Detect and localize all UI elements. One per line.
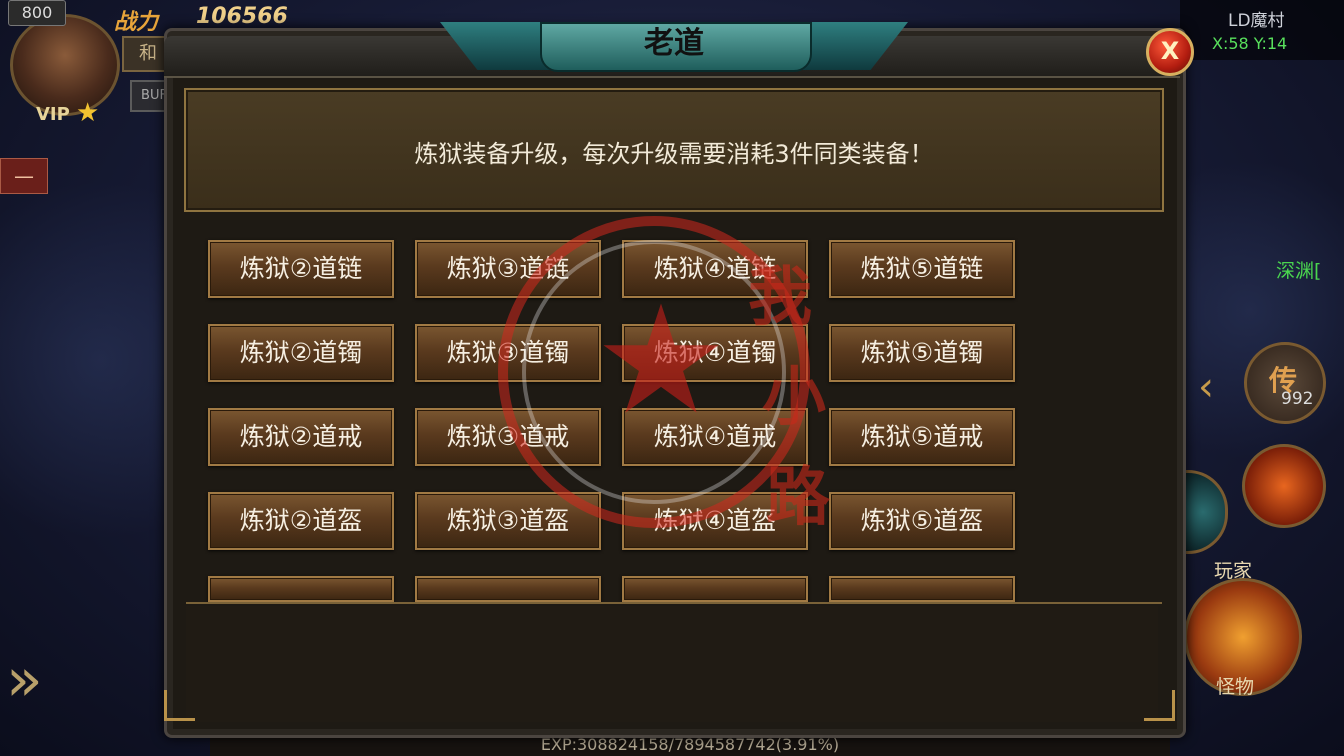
teleport-count: 992 — [1281, 389, 1314, 409]
frame-corner-ornament — [1144, 690, 1175, 721]
upgrade-option-partial[interactable] — [829, 576, 1015, 602]
upgrade-option[interactable]: 炼狱②道链 — [208, 240, 394, 298]
watermark-star-icon: ★ — [593, 274, 729, 448]
upgrade-option-partial[interactable] — [208, 576, 394, 602]
level-badge: 800 — [8, 0, 66, 26]
dialog-title: 老道 — [644, 26, 704, 61]
upgrade-option[interactable]: 炼狱⑤道盔 — [829, 492, 1015, 550]
upgrade-option[interactable]: 炼狱⑤道戒 — [829, 408, 1015, 466]
chevron-right-icon[interactable]: » — [6, 650, 43, 710]
info-panel: 炼狱装备升级，每次升级需要消耗3件同类装备！ — [184, 88, 1164, 212]
upgrade-option[interactable]: 炼狱⑤道镯 — [829, 324, 1015, 382]
upgrade-option-partial[interactable] — [415, 576, 601, 602]
divider — [186, 602, 1162, 604]
vip-label[interactable]: VIP — [36, 104, 70, 125]
star-icon: ★ — [76, 98, 100, 128]
collapse-tab[interactable]: — — [0, 158, 48, 194]
zone-label: 深渊[ — [1276, 260, 1322, 282]
teleport-button[interactable]: 传 992 — [1244, 342, 1326, 424]
upgrade-option[interactable]: 炼狱⑤道链 — [829, 240, 1015, 298]
map-coordinates: X:58 Y:14 — [1212, 34, 1288, 53]
skill-button[interactable] — [1242, 444, 1326, 528]
upgrade-option[interactable]: 炼狱②道盔 — [208, 492, 394, 550]
minimap-info[interactable]: LD魔村 X:58 Y:14 — [1180, 0, 1344, 60]
upgrade-option[interactable]: 炼狱②道镯 — [208, 324, 394, 382]
close-button[interactable]: X — [1146, 28, 1194, 76]
power-label: 战力 — [114, 10, 159, 35]
watermark-char: 我 — [748, 261, 812, 335]
chevron-left-icon[interactable]: ‹ — [1198, 364, 1214, 410]
upgrade-option[interactable]: 炼狱②道戒 — [208, 408, 394, 466]
power-value: 106566 — [196, 4, 288, 29]
upgrade-option-partial[interactable] — [622, 576, 808, 602]
map-name: LD魔村 — [1228, 11, 1285, 31]
watermark-char: 小 — [762, 361, 826, 435]
watermark-char: 路 — [766, 461, 830, 535]
target-monster-label[interactable]: 怪物 — [1216, 672, 1254, 699]
player-avatar[interactable] — [10, 14, 120, 116]
frame-corner-ornament — [164, 690, 195, 721]
close-icon: X — [1160, 37, 1180, 65]
info-text: 炼狱装备升级，每次升级需要消耗3件同类装备！ — [414, 140, 934, 168]
dialog-footer — [186, 606, 1158, 722]
